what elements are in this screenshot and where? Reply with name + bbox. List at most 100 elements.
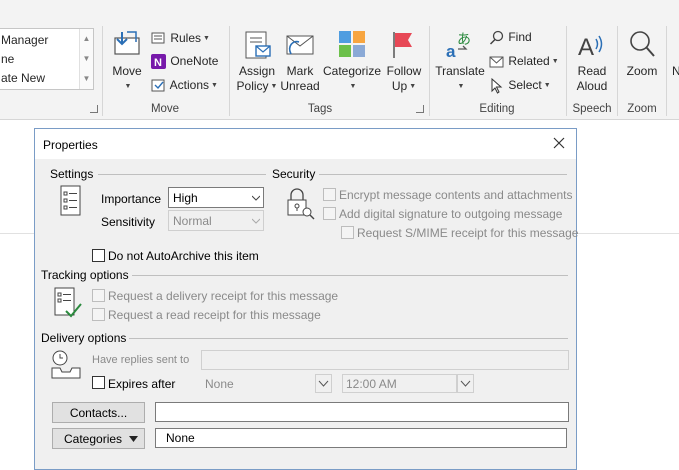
categories-button[interactable]: Categories (52, 428, 145, 449)
chevron-down-icon: ▼ (349, 83, 357, 91)
move-icon[interactable] (112, 30, 142, 61)
group-divider (666, 26, 667, 116)
svg-text:N: N (154, 57, 162, 69)
onenote-button[interactable]: N OneNote (151, 53, 219, 70)
importance-value: High (173, 191, 198, 205)
translate-button[interactable]: Translate ▼ (434, 64, 486, 94)
follow-up-label: Follow (386, 64, 422, 78)
digital-signature-checkbox[interactable] (323, 207, 336, 220)
tracking-checklist-icon (54, 287, 82, 324)
categorize-label: Categorize (322, 64, 382, 78)
group-label-speech: Speech (572, 103, 612, 115)
tags-launcher-icon[interactable] (416, 105, 424, 113)
expires-date-dropdown[interactable] (315, 374, 332, 393)
have-replies-sent-to-label: Have replies sent to (92, 354, 190, 366)
group-divider (617, 26, 618, 116)
group-label-tags: Tags (307, 103, 333, 115)
group-label-move: Move (150, 103, 180, 115)
encrypt-label: Encrypt message contents and attachments (339, 188, 573, 202)
expires-time-field[interactable]: 12:00 AM (342, 374, 457, 393)
expires-after-checkbox[interactable] (92, 376, 105, 389)
properties-dialog: Properties Settings Importance High Sens… (34, 128, 579, 470)
dialog-title-bar[interactable]: Properties (35, 129, 576, 159)
replies-to-field[interactable] (201, 350, 569, 370)
gallery-more-icon[interactable]: ▼ (80, 69, 93, 89)
quick-step-item[interactable]: ate New (1, 71, 45, 85)
delivery-tray-clock-icon (50, 350, 82, 383)
chevron-down-icon: ▼ (203, 34, 210, 42)
group-divider (566, 26, 567, 116)
contacts-button[interactable]: Contacts... (52, 402, 145, 423)
zoom-icon (627, 29, 657, 64)
find-label: Find (508, 30, 532, 44)
group-divider (102, 26, 103, 116)
group-label-zoom: Zoom (627, 103, 657, 115)
quick-steps-launcher-icon[interactable] (90, 105, 98, 113)
actions-icon (151, 79, 165, 92)
importance-select[interactable]: High (168, 187, 264, 208)
no-autoarchive-checkbox[interactable] (92, 249, 105, 262)
move-label: Move (112, 64, 142, 78)
tracking-options-heading: Tracking options (41, 268, 129, 282)
encrypt-checkbox[interactable] (323, 188, 336, 201)
onenote-label: OneNote (170, 54, 219, 68)
rules-button[interactable]: Rules ▼ (151, 30, 210, 47)
read-receipt-checkbox[interactable] (92, 308, 105, 321)
delivery-receipt-label: Request a delivery receipt for this mess… (108, 289, 339, 303)
chevron-down-icon (318, 380, 329, 387)
follow-up-button[interactable]: Follow Up ▼ (383, 64, 425, 94)
rules-label: Rules (170, 31, 202, 45)
related-button[interactable]: Related ▼ (489, 53, 559, 70)
delivery-receipt-checkbox[interactable] (92, 289, 105, 302)
ribbon: Manager ne ate New ▲ ▼ ▼ Move ▼ Rules ▼ N (0, 0, 679, 120)
contacts-field[interactable] (155, 402, 569, 422)
actions-label: Actions (169, 78, 210, 92)
quick-step-item[interactable]: ne (1, 52, 14, 66)
zoom-button[interactable]: Zoom (622, 64, 662, 79)
chevron-down-icon (252, 195, 260, 201)
categorize-button[interactable]: Categorize ▼ (322, 64, 382, 94)
expires-date-value: None (205, 377, 234, 391)
select-button[interactable]: Select ▼ (489, 77, 551, 94)
quick-step-item[interactable]: Manager (1, 33, 48, 47)
smime-receipt-checkbox[interactable] (341, 226, 354, 239)
rules-icon (151, 32, 165, 44)
no-autoarchive-label: Do not AutoArchive this item (108, 249, 259, 263)
move-button[interactable]: Move ▼ (108, 64, 146, 94)
section-divider (319, 174, 567, 175)
assign-policy-label: Assign (238, 64, 276, 78)
section-divider (132, 275, 568, 276)
scroll-up-icon[interactable]: ▲ (80, 29, 93, 49)
read-aloud-button[interactable]: Read Aloud (572, 64, 612, 94)
read-aloud-label: Read (577, 64, 607, 78)
dialog-title: Properties (43, 138, 98, 152)
quick-steps-gallery[interactable]: Manager ne ate New ▲ ▼ ▼ (0, 28, 94, 90)
actions-button[interactable]: Actions ▼ (151, 77, 218, 94)
quick-steps-scroll[interactable]: ▲ ▼ ▼ (79, 29, 93, 89)
svg-text:A: A (578, 34, 594, 61)
select-label: Select (508, 78, 542, 92)
overflow-ribbon-item[interactable]: N (672, 64, 679, 79)
find-button[interactable]: Find (489, 29, 532, 46)
scroll-down-icon[interactable]: ▼ (80, 49, 93, 69)
categorize-icon (338, 30, 368, 63)
security-heading: Security (272, 167, 316, 181)
mark-unread-button[interactable]: Mark Unread (280, 64, 320, 94)
categories-field[interactable]: None (155, 428, 567, 448)
expires-time-dropdown[interactable] (457, 374, 474, 393)
sensitivity-value: Normal (173, 214, 212, 228)
sensitivity-label: Sensitivity (101, 215, 156, 229)
chevron-down-icon: ▼ (211, 81, 218, 89)
read-receipt-label: Request a read receipt for this message (108, 308, 321, 322)
settings-list-icon (60, 185, 82, 220)
chevron-down-icon: ▼ (457, 83, 465, 91)
assign-policy-button[interactable]: Assign Policy ▼ (235, 64, 279, 94)
assign-policy-label: Policy (236, 79, 269, 93)
assign-policy-icon (243, 30, 273, 65)
chevron-down-icon: ▼ (551, 57, 559, 65)
follow-up-label: Up (391, 79, 408, 93)
sensitivity-select[interactable]: Normal (168, 210, 264, 231)
smime-receipt-label: Request S/MIME receipt for this message (357, 226, 579, 240)
translate-label: Translate (435, 64, 485, 78)
close-icon[interactable] (552, 136, 566, 150)
